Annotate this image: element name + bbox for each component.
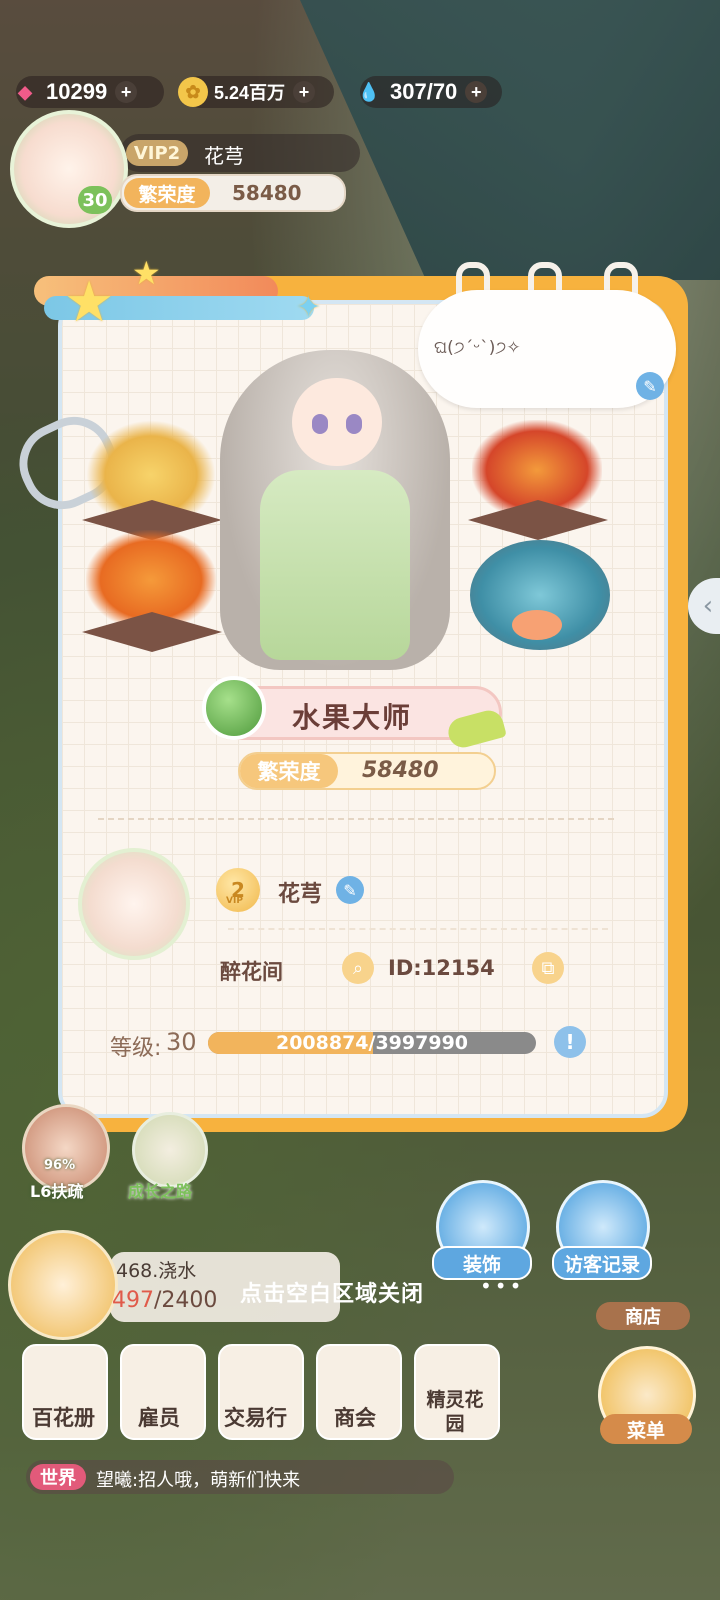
- nav-employees-label: 雇员: [138, 1406, 180, 1430]
- level-value: 30: [166, 1028, 197, 1056]
- lotus-flower: [512, 610, 562, 640]
- close-hint: 点击空白区域关闭: [240, 1282, 425, 1307]
- character-eye: [312, 414, 328, 434]
- copy-id-button[interactable]: ⧉: [532, 952, 564, 984]
- player-level-badge: 30: [78, 186, 112, 214]
- gold-coin-icon: ✿: [178, 77, 208, 107]
- left-btn-label: L6扶疏: [30, 1182, 84, 1201]
- add-water-button[interactable]: +: [465, 81, 488, 103]
- garden-name: 醉花间: [220, 960, 283, 984]
- xp-text: 2008874/3997990: [275, 1032, 469, 1054]
- character-eye: [346, 414, 362, 434]
- nav-flower-book-label: 百花册: [32, 1406, 95, 1430]
- vip-badge: VIP2: [126, 140, 188, 166]
- shop-button[interactable]: 商店: [596, 1302, 690, 1330]
- player-avatar[interactable]: [10, 110, 128, 228]
- character-dress: [260, 470, 410, 660]
- gem-value: 10299: [46, 79, 108, 104]
- chat-message: 望曦:招人哦，萌新们快来: [96, 1470, 301, 1491]
- prosperity-label: 繁荣度: [124, 178, 210, 208]
- card-prosperity-bar: 繁荣度 58480: [238, 752, 496, 790]
- add-gold-button[interactable]: +: [293, 81, 316, 103]
- info-divider: [228, 928, 608, 930]
- sparkle-icon: ✦: [296, 290, 322, 325]
- player-character: [210, 330, 460, 670]
- water-value: 307/70: [390, 79, 458, 104]
- card-prosperity-label: 繁荣度: [240, 754, 338, 788]
- chat-channel-badge[interactable]: 世界: [30, 1464, 86, 1490]
- player-name: 花芎: [204, 144, 244, 168]
- star-icon: ★: [132, 254, 161, 292]
- growth-path-button[interactable]: [132, 1112, 208, 1188]
- left-btn-percent: 96%: [44, 1158, 76, 1173]
- nav-guild-label: 商会: [334, 1406, 376, 1430]
- visitor-log-label: 访客记录: [552, 1246, 652, 1280]
- edit-name-button[interactable]: ✎: [336, 876, 364, 904]
- vip-level-text: VIP: [226, 896, 243, 906]
- level-label: 等级:: [110, 1036, 162, 1061]
- nav-trading-label: 交易行: [224, 1406, 287, 1430]
- water-drop-icon: 💧: [357, 81, 381, 102]
- prosperity-value: 58480: [232, 181, 302, 205]
- search-icon[interactable]: ⌕: [342, 952, 374, 984]
- growth-path-label: 成长之路: [128, 1182, 193, 1201]
- character-face: [292, 378, 382, 466]
- player-title: 水果大师: [292, 701, 413, 734]
- edit-signature-button[interactable]: ✎: [636, 372, 664, 400]
- prosperity-bar: 繁荣度 58480: [120, 174, 346, 212]
- more-dots: •••: [480, 1274, 525, 1298]
- card-divider: [98, 818, 614, 820]
- nav-spirit-garden-label: 精灵花园: [426, 1389, 484, 1435]
- gold-counter: ✿ 5.24百万 +: [178, 76, 334, 108]
- add-gem-button[interactable]: +: [115, 81, 138, 103]
- profile-avatar[interactable]: [78, 848, 190, 960]
- gem-icon: ◆: [18, 81, 32, 102]
- water-counter: 💧 307/70 +: [358, 76, 502, 108]
- task-current: 497: [112, 1288, 154, 1313]
- task-title: 468.浇水: [116, 1260, 197, 1282]
- melon-title-icon: [202, 676, 266, 740]
- gold-value: 5.24百万: [214, 83, 286, 103]
- player-id: ID:12154: [388, 956, 495, 980]
- task-avatar[interactable]: [8, 1230, 118, 1340]
- task-progress: 497/2400: [112, 1288, 217, 1313]
- profile-name: 花芎: [278, 882, 323, 907]
- task-total: /2400: [154, 1288, 218, 1313]
- card-prosperity-value: 58480: [362, 758, 439, 783]
- gem-counter: ◆ 10299 +: [16, 76, 164, 108]
- menu-label: 菜单: [600, 1414, 692, 1444]
- info-icon[interactable]: !: [554, 1026, 586, 1058]
- star-icon: ★: [64, 270, 115, 335]
